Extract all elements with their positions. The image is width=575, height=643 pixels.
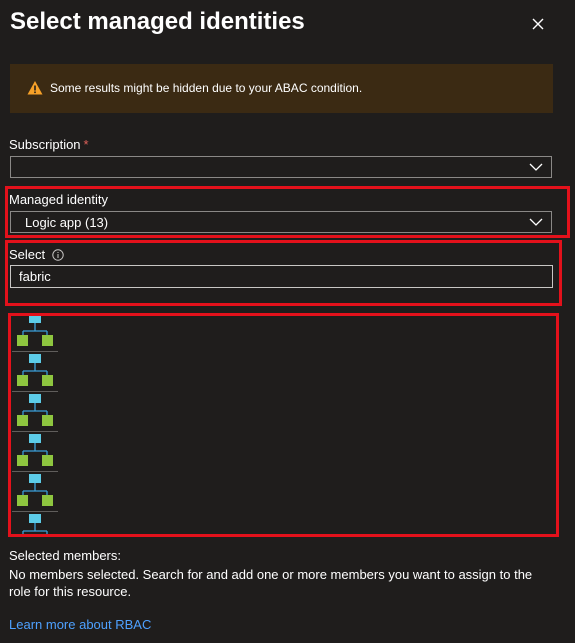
highlight-box-select: [5, 240, 562, 306]
highlight-box-managed-identity: [5, 186, 570, 238]
close-button[interactable]: [528, 14, 548, 34]
panel-title: Select managed identities: [10, 8, 305, 35]
required-marker: *: [83, 137, 89, 152]
subscription-label-text: Subscription: [9, 137, 81, 152]
chevron-down-icon: [529, 163, 543, 171]
subscription-label: Subscription *: [9, 137, 89, 152]
highlight-box-results: [8, 313, 559, 537]
selected-members-text: No members selected. Search for and add …: [9, 567, 533, 599]
warning-icon: [27, 81, 43, 95]
close-icon: [532, 18, 544, 30]
warning-text: Some results might be hidden due to your…: [50, 81, 363, 95]
abac-warning-banner: Some results might be hidden due to your…: [10, 64, 553, 113]
learn-more-rbac-link[interactable]: Learn more about RBAC: [9, 617, 151, 632]
subscription-dropdown[interactable]: [10, 156, 552, 178]
selected-members-title: Selected members:: [9, 548, 121, 563]
